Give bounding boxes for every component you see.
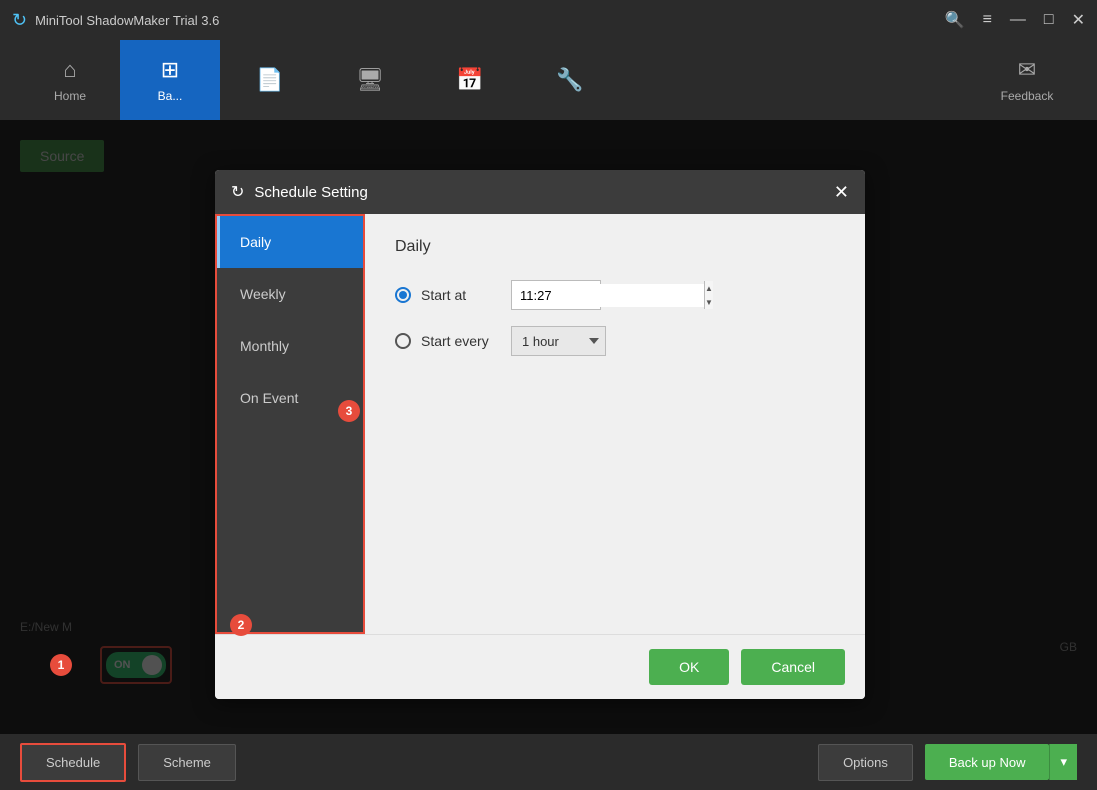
time-up-button[interactable]: ▲	[705, 281, 713, 295]
time-input-wrapper: ▲ ▼	[511, 280, 601, 310]
nav-item-backup[interactable]: ⊞ Ba...	[120, 40, 220, 120]
modal-icon: ↻	[231, 182, 244, 202]
app-logo: ↻	[12, 10, 27, 31]
sidebar-item-weekly[interactable]: Weekly	[217, 268, 363, 320]
start-at-label: Start at	[421, 287, 501, 303]
start-at-option: Start at ▲ ▼	[395, 280, 835, 310]
modal-footer: OK Cancel	[215, 634, 865, 699]
maximize-icon[interactable]: □	[1044, 11, 1054, 29]
nav-item-tools[interactable]: 🔧	[520, 40, 620, 120]
restore-icon: 📄	[256, 67, 283, 93]
time-down-button[interactable]: ▼	[705, 295, 713, 309]
nav-item-home[interactable]: ⌂ Home	[20, 40, 120, 120]
nav-label-home: Home	[54, 89, 86, 103]
dropdown-icon: ▾	[1060, 754, 1067, 769]
modal-content-area: Daily Start at ▲ ▼	[365, 214, 865, 634]
search-icon[interactable]: 🔍	[945, 10, 965, 30]
nav-label-backup: Ba...	[158, 89, 183, 103]
time-spinners: ▲ ▼	[704, 281, 713, 309]
schedule-icon: 📅	[456, 67, 483, 93]
menu-icon[interactable]: ≡	[983, 11, 992, 29]
schedule-options: Start at ▲ ▼ Start every	[395, 280, 835, 356]
time-input[interactable]	[512, 284, 704, 307]
ok-button[interactable]: OK	[649, 649, 729, 685]
title-bar-right: 🔍 ≡ — □ ✕	[945, 10, 1085, 30]
backup-group: Back up Now ▾	[925, 744, 1077, 780]
annotation-badge-3: 3	[338, 400, 360, 422]
app-title: MiniTool ShadowMaker Trial 3.6	[35, 13, 219, 28]
home-icon: ⌂	[63, 57, 76, 83]
feedback-icon: ✉	[1018, 57, 1036, 83]
schedule-button[interactable]: Schedule	[20, 743, 126, 782]
cancel-button[interactable]: Cancel	[741, 649, 845, 685]
section-title: Daily	[395, 238, 835, 256]
scheme-button[interactable]: Scheme	[138, 744, 236, 781]
nav-label-feedback: Feedback	[1001, 89, 1054, 103]
nav-item-feedback[interactable]: ✉ Feedback	[977, 40, 1077, 120]
options-button[interactable]: Options	[818, 744, 913, 781]
start-at-radio[interactable]	[395, 287, 411, 303]
nav-item-connect[interactable]: 🖥	[320, 40, 420, 120]
annotation-badge-2: 2	[230, 614, 252, 636]
start-every-radio[interactable]	[395, 333, 411, 349]
annotation-badge-1: 1	[50, 654, 72, 676]
title-bar: ↻ MiniTool ShadowMaker Trial 3.6 🔍 ≡ — □…	[0, 0, 1097, 40]
sidebar-item-monthly[interactable]: Monthly	[217, 320, 363, 372]
bottom-bar: Schedule Scheme Options Back up Now ▾	[0, 734, 1097, 790]
nav-item-schedule[interactable]: 📅	[420, 40, 520, 120]
nav-item-restore[interactable]: 📄	[220, 40, 320, 120]
backup-icon: ⊞	[161, 57, 179, 83]
title-bar-left: ↻ MiniTool ShadowMaker Trial 3.6	[12, 10, 219, 31]
tools-icon: 🔧	[556, 67, 583, 93]
modal-title: Schedule Setting	[254, 184, 824, 201]
modal-close-button[interactable]: ✕	[834, 183, 849, 201]
modal-body: Daily Weekly Monthly On Event Daily	[215, 214, 865, 634]
window-close-icon[interactable]: ✕	[1072, 10, 1085, 30]
start-every-label: Start every	[421, 333, 501, 349]
modal-header: ↻ Schedule Setting ✕	[215, 170, 865, 214]
schedule-setting-modal: ↻ Schedule Setting ✕ Daily Weekly Monthl…	[215, 170, 865, 699]
connect-icon: 🖥	[356, 67, 384, 93]
start-every-option: Start every 1 hour 2 hours 3 hours 4 hou…	[395, 326, 835, 356]
main-content: Source GB E:/New M 2 ON 3 ↻ Schedule Set…	[0, 120, 1097, 734]
nav-bar: ⌂ Home ⊞ Ba... 📄 🖥 📅 🔧 ✉ Feedback	[0, 40, 1097, 120]
backup-now-button[interactable]: Back up Now	[925, 744, 1050, 780]
minimize-icon[interactable]: —	[1010, 11, 1026, 29]
modal-sidebar: Daily Weekly Monthly On Event	[215, 214, 365, 634]
hour-select[interactable]: 1 hour 2 hours 3 hours 4 hours 6 hours 1…	[511, 326, 606, 356]
sidebar-item-daily[interactable]: Daily	[217, 216, 363, 268]
backup-dropdown-button[interactable]: ▾	[1049, 744, 1077, 780]
